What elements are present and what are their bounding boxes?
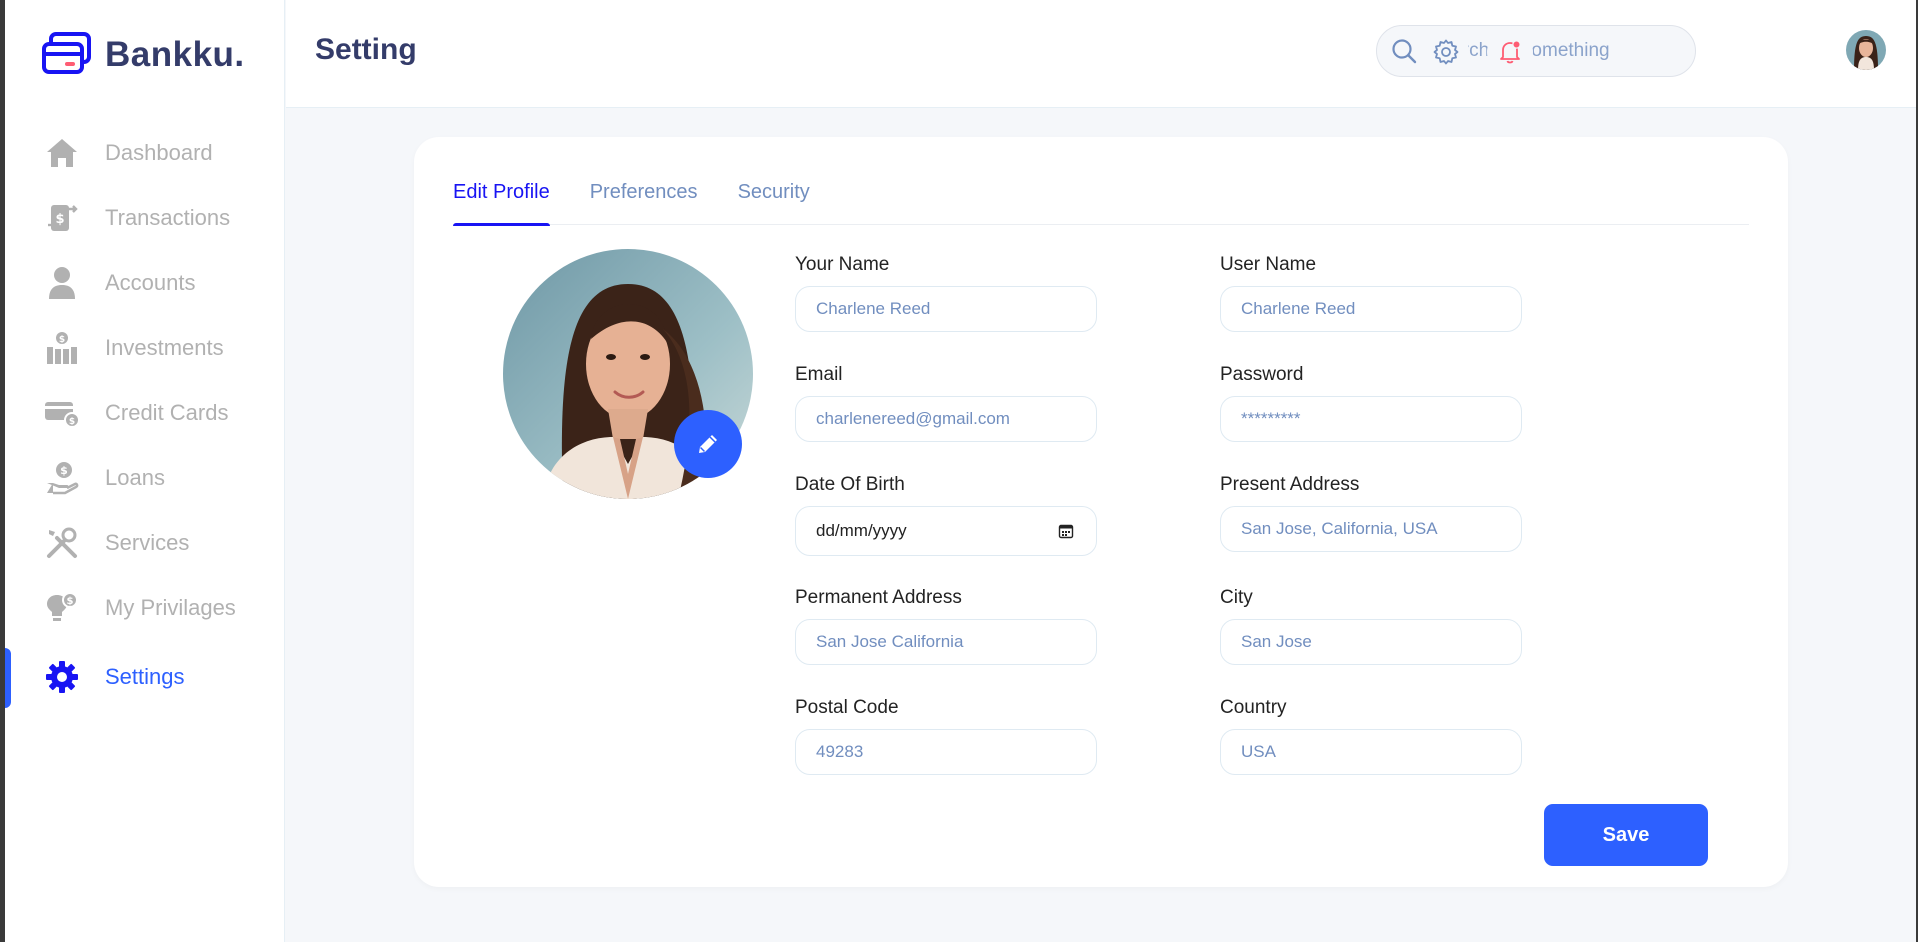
sidebar-item-label: Loans: [105, 464, 165, 490]
your-name-field: Your Name Charlene Reed: [795, 254, 1097, 332]
bell-icon: [1500, 40, 1521, 64]
loan-icon: $: [43, 459, 81, 497]
tab-security[interactable]: Security: [738, 181, 810, 225]
edit-photo-button[interactable]: [674, 410, 742, 478]
your-name-input[interactable]: Charlene Reed: [795, 286, 1097, 332]
svg-text:$: $: [55, 212, 64, 227]
sidebar-item-label: Transactions: [105, 204, 231, 230]
postal-code-label: Postal Code: [795, 697, 899, 718]
sidebar-item-credit-cards[interactable]: $ Credit Cards: [5, 380, 285, 445]
bank-card-logo-icon: [42, 32, 91, 74]
user-name-label: User Name: [1220, 254, 1317, 275]
country-label: Country: [1220, 697, 1287, 718]
transfer-icon: $: [43, 199, 81, 237]
sidebar-item-services[interactable]: Services: [5, 510, 285, 575]
permanent-address-input[interactable]: San Jose California: [795, 619, 1097, 665]
svg-text:$: $: [69, 417, 75, 427]
notifications-button[interactable]: [1487, 29, 1533, 75]
calendar-icon[interactable]: [1058, 523, 1074, 539]
present-address-field: Present Address San Jose, California, US…: [1220, 474, 1522, 552]
investment-icon: $: [43, 329, 81, 367]
user-icon: [43, 264, 81, 302]
city-field: City San Jose: [1220, 587, 1522, 665]
settings-tabs: Edit Profile Preferences Security: [453, 181, 1749, 226]
edit-profile-card: Edit Profile Preferences Security Your N…: [414, 137, 1788, 887]
password-label: Password: [1220, 364, 1304, 385]
home-icon: [43, 134, 81, 172]
sidebar-item-my-privilages[interactable]: $ My Privilages: [5, 575, 285, 640]
user-name-field: User Name Charlene Reed: [1220, 254, 1522, 332]
password-field: Password *********: [1220, 364, 1522, 442]
sidebar-item-label: Settings: [105, 663, 185, 689]
top-header: Setting: [286, 0, 1916, 108]
postal-code-input[interactable]: 49283: [795, 729, 1097, 775]
user-name-input[interactable]: Charlene Reed: [1220, 286, 1522, 332]
settings-button[interactable]: [1423, 29, 1469, 75]
pencil-icon: [699, 435, 717, 453]
page-title: Setting: [315, 33, 417, 66]
permanent-address-field: Permanent Address San Jose California: [795, 587, 1097, 665]
dob-input[interactable]: dd/mm/yyyy: [795, 506, 1097, 556]
sidebar-item-dashboard[interactable]: Dashboard: [5, 120, 285, 185]
email-label: Email: [795, 364, 843, 385]
email-field: Email charlenereed@gmail.com: [795, 364, 1097, 442]
sidebar-item-label: My Privilages: [105, 594, 236, 620]
svg-text:$: $: [59, 335, 65, 345]
sidebar: Bankku. Dashboard $ Transactions Account…: [5, 0, 285, 942]
permanent-address-label: Permanent Address: [795, 587, 962, 608]
dob-label: Date Of Birth: [795, 474, 905, 495]
services-icon: [43, 524, 81, 562]
sidebar-item-label: Dashboard: [105, 139, 213, 165]
brand-name: Bankku.: [105, 35, 245, 74]
tab-edit-profile[interactable]: Edit Profile: [453, 181, 550, 226]
save-button[interactable]: Save: [1544, 804, 1708, 866]
postal-code-field: Postal Code 49283: [795, 697, 1097, 775]
sidebar-item-accounts[interactable]: Accounts: [5, 250, 285, 315]
svg-text:$: $: [60, 464, 68, 477]
email-input[interactable]: charlenereed@gmail.com: [795, 396, 1097, 442]
dob-value: dd/mm/yyyy: [816, 521, 907, 540]
sidebar-item-label: Investments: [105, 334, 224, 360]
credit-card-icon: $: [43, 394, 81, 432]
gear-icon: [43, 658, 81, 696]
tab-preferences[interactable]: Preferences: [590, 181, 698, 225]
sidebar-item-label: Accounts: [105, 269, 196, 295]
present-address-input[interactable]: San Jose, California, USA: [1220, 506, 1522, 552]
sidebar-item-settings[interactable]: Settings: [5, 644, 285, 709]
gear-outline-icon: [1433, 39, 1459, 65]
country-field: Country USA: [1220, 697, 1522, 775]
privilege-icon: $: [43, 589, 81, 627]
present-address-label: Present Address: [1220, 474, 1360, 495]
brand-logo[interactable]: Bankku.: [41, 32, 245, 78]
city-input[interactable]: San Jose: [1220, 619, 1522, 665]
city-label: City: [1220, 587, 1253, 608]
avatar-image: [1846, 30, 1886, 70]
sidebar-item-investments[interactable]: $ Investments: [5, 315, 285, 380]
sidebar-item-label: Services: [105, 529, 190, 555]
sidebar-nav: Dashboard $ Transactions Accounts $ Inve…: [5, 120, 285, 709]
svg-text:$: $: [67, 596, 74, 607]
password-input[interactable]: *********: [1220, 396, 1522, 442]
search-icon: [1392, 39, 1417, 64]
sidebar-item-loans[interactable]: $ Loans: [5, 445, 285, 510]
your-name-label: Your Name: [795, 254, 890, 275]
dob-field: Date Of Birth dd/mm/yyyy: [795, 474, 1097, 556]
country-input[interactable]: USA: [1220, 729, 1522, 775]
sidebar-item-label: Credit Cards: [105, 399, 229, 425]
user-avatar[interactable]: [1846, 30, 1886, 70]
sidebar-item-transactions[interactable]: $ Transactions: [5, 185, 285, 250]
